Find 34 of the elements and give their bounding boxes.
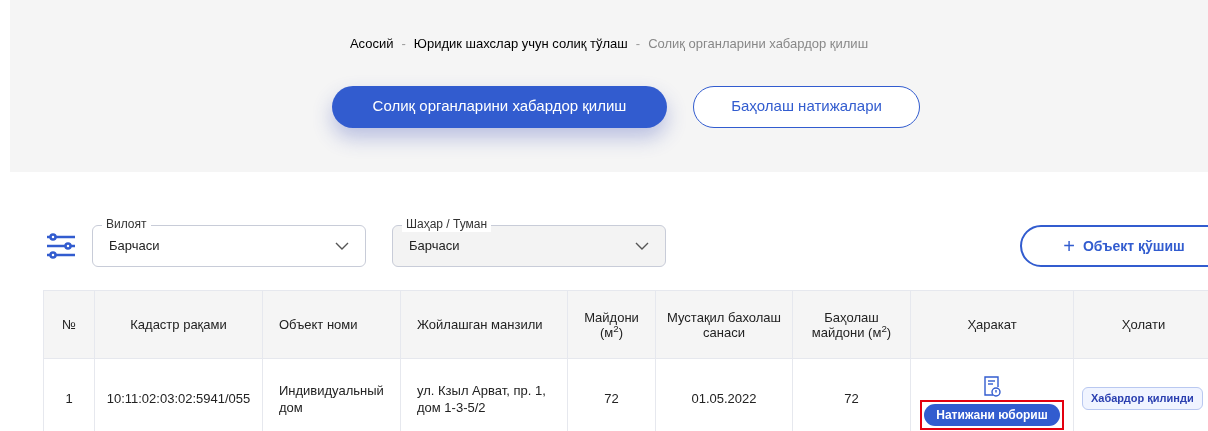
add-object-button[interactable]: + Объект қўшиш — [1020, 225, 1208, 267]
table-cell: 01.05.2022 — [691, 390, 757, 407]
breadcrumb-item: Солиқ органларини хабардор қилиш — [648, 35, 869, 53]
field-value: Барчаси — [409, 237, 461, 256]
table-cell: 1 — [65, 390, 73, 407]
chevron-down-icon — [635, 242, 649, 250]
breadcrumb-item[interactable]: Юридик шахслар учун солиқ тўлаш — [413, 34, 628, 54]
breadcrumb-item[interactable]: Асосий — [349, 34, 394, 54]
plus-icon: + — [1063, 236, 1075, 256]
column-header: Жойлашган манзили — [416, 317, 543, 332]
table-cell-text: Индивидуальный дом — [278, 381, 385, 416]
tab[interactable]: Баҳолаш натижалари — [693, 85, 920, 128]
field-label: Шаҳар / Туман — [402, 216, 492, 232]
send-result-button[interactable]: Натижани юбориш — [924, 403, 1060, 426]
filter-icon[interactable] — [46, 232, 76, 260]
field-value: Барчаси — [109, 237, 161, 256]
column-header: Объект номи — [278, 317, 358, 332]
column-header: Ҳаракат — [967, 317, 1017, 332]
table-cell: 72 — [604, 390, 619, 407]
column-header: № — [62, 317, 76, 332]
column-header: Кадастр рақами — [130, 317, 227, 332]
breadcrumb-separator: - — [635, 35, 641, 53]
table-cell: 10:11:02:03:02:5941/055 — [106, 390, 251, 407]
document-icon[interactable] — [983, 375, 1001, 398]
column-header: Баҳолаш майдони (м$^{2}$) — [810, 309, 893, 340]
tab[interactable]: Солиқ органларини хабардор қилиш — [332, 85, 667, 128]
status-badge: Хабардор қилинди — [1082, 387, 1203, 410]
column-header: Майдони (м$^{2}$) — [583, 309, 640, 340]
chevron-down-icon — [335, 242, 349, 250]
column-header: Ҳолати — [1121, 317, 1166, 332]
table-cell: 72 — [844, 390, 859, 407]
column-header: Мустақил бахолаш санаси — [666, 309, 782, 340]
breadcrumb-separator: - — [401, 35, 406, 53]
table-cell-text: ул. Кзыл Арват, пр. 1, дом 1-3-5/2 — [416, 381, 547, 416]
